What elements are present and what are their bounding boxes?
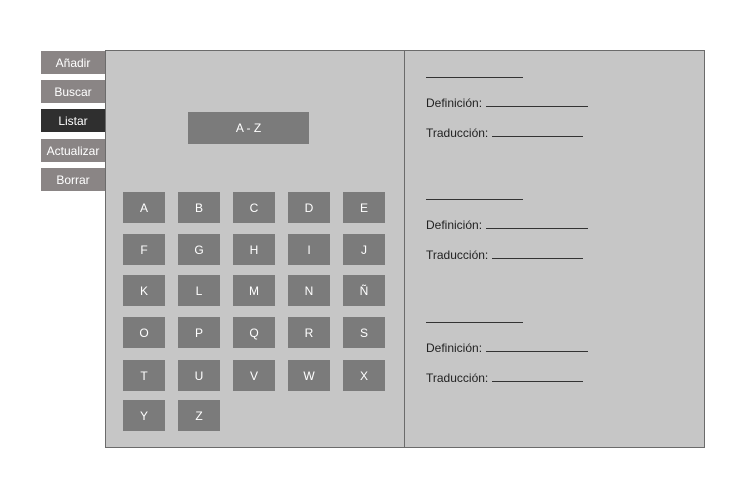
- letter-button[interactable]: F: [123, 234, 165, 265]
- sidebar-item-actualizar[interactable]: Actualizar: [41, 139, 105, 162]
- letter-button[interactable]: E: [343, 192, 385, 223]
- letter-button[interactable]: Q: [233, 317, 275, 348]
- definition-blank: [486, 218, 589, 229]
- letter-button[interactable]: Ñ: [343, 275, 385, 306]
- letter-button[interactable]: T: [123, 360, 165, 391]
- letter-button[interactable]: D: [288, 192, 330, 223]
- letter-button[interactable]: O: [123, 317, 165, 348]
- translation-blank: [492, 126, 584, 137]
- letter-button[interactable]: J: [343, 234, 385, 265]
- letter-button[interactable]: C: [233, 192, 275, 223]
- definition-row: Definición:: [426, 96, 589, 110]
- letter-button[interactable]: W: [288, 360, 330, 391]
- word-line: [426, 322, 523, 323]
- letter-button[interactable]: U: [178, 360, 220, 391]
- translation-row: Traducción:: [426, 126, 584, 140]
- letter-panel: A - Z ABCDE FGHIJ KLMNÑ OPQRS TUVWX YZ: [105, 50, 405, 448]
- translation-row: Traducción:: [426, 248, 584, 262]
- word-line: [426, 199, 523, 200]
- letter-button[interactable]: B: [178, 192, 220, 223]
- definition-blank: [486, 341, 589, 352]
- letter-button[interactable]: V: [233, 360, 275, 391]
- letter-button[interactable]: P: [178, 317, 220, 348]
- translation-blank: [492, 248, 584, 259]
- letter-button[interactable]: I: [288, 234, 330, 265]
- definition-row: Definición:: [426, 218, 589, 232]
- letter-button[interactable]: G: [178, 234, 220, 265]
- word-line: [426, 77, 523, 78]
- translation-label: Traducción:: [426, 126, 489, 140]
- definition-row: Definición:: [426, 341, 589, 355]
- letter-button[interactable]: A: [123, 192, 165, 223]
- sort-az-button[interactable]: A - Z: [188, 112, 309, 144]
- translation-label: Traducción:: [426, 248, 489, 262]
- letter-button[interactable]: Z: [178, 400, 220, 431]
- translation-blank: [492, 371, 584, 382]
- sidebar-item-anadir[interactable]: Añadir: [41, 51, 105, 74]
- word-list-panel: Definición: Traducción: Definición: Trad…: [404, 50, 705, 448]
- sidebar-item-listar[interactable]: Listar: [41, 109, 105, 132]
- letter-button[interactable]: L: [178, 275, 220, 306]
- letter-button[interactable]: H: [233, 234, 275, 265]
- letter-button[interactable]: R: [288, 317, 330, 348]
- sidebar-item-buscar[interactable]: Buscar: [41, 80, 105, 103]
- definition-label: Definición:: [426, 218, 483, 232]
- definition-blank: [486, 96, 589, 107]
- letter-button[interactable]: N: [288, 275, 330, 306]
- letter-button[interactable]: X: [343, 360, 385, 391]
- letter-button[interactable]: K: [123, 275, 165, 306]
- letter-button[interactable]: Y: [123, 400, 165, 431]
- letter-button[interactable]: M: [233, 275, 275, 306]
- translation-label: Traducción:: [426, 371, 489, 385]
- definition-label: Definición:: [426, 96, 483, 110]
- letter-button[interactable]: S: [343, 317, 385, 348]
- definition-label: Definición:: [426, 341, 483, 355]
- sidebar-item-borrar[interactable]: Borrar: [41, 168, 105, 191]
- translation-row: Traducción:: [426, 371, 584, 385]
